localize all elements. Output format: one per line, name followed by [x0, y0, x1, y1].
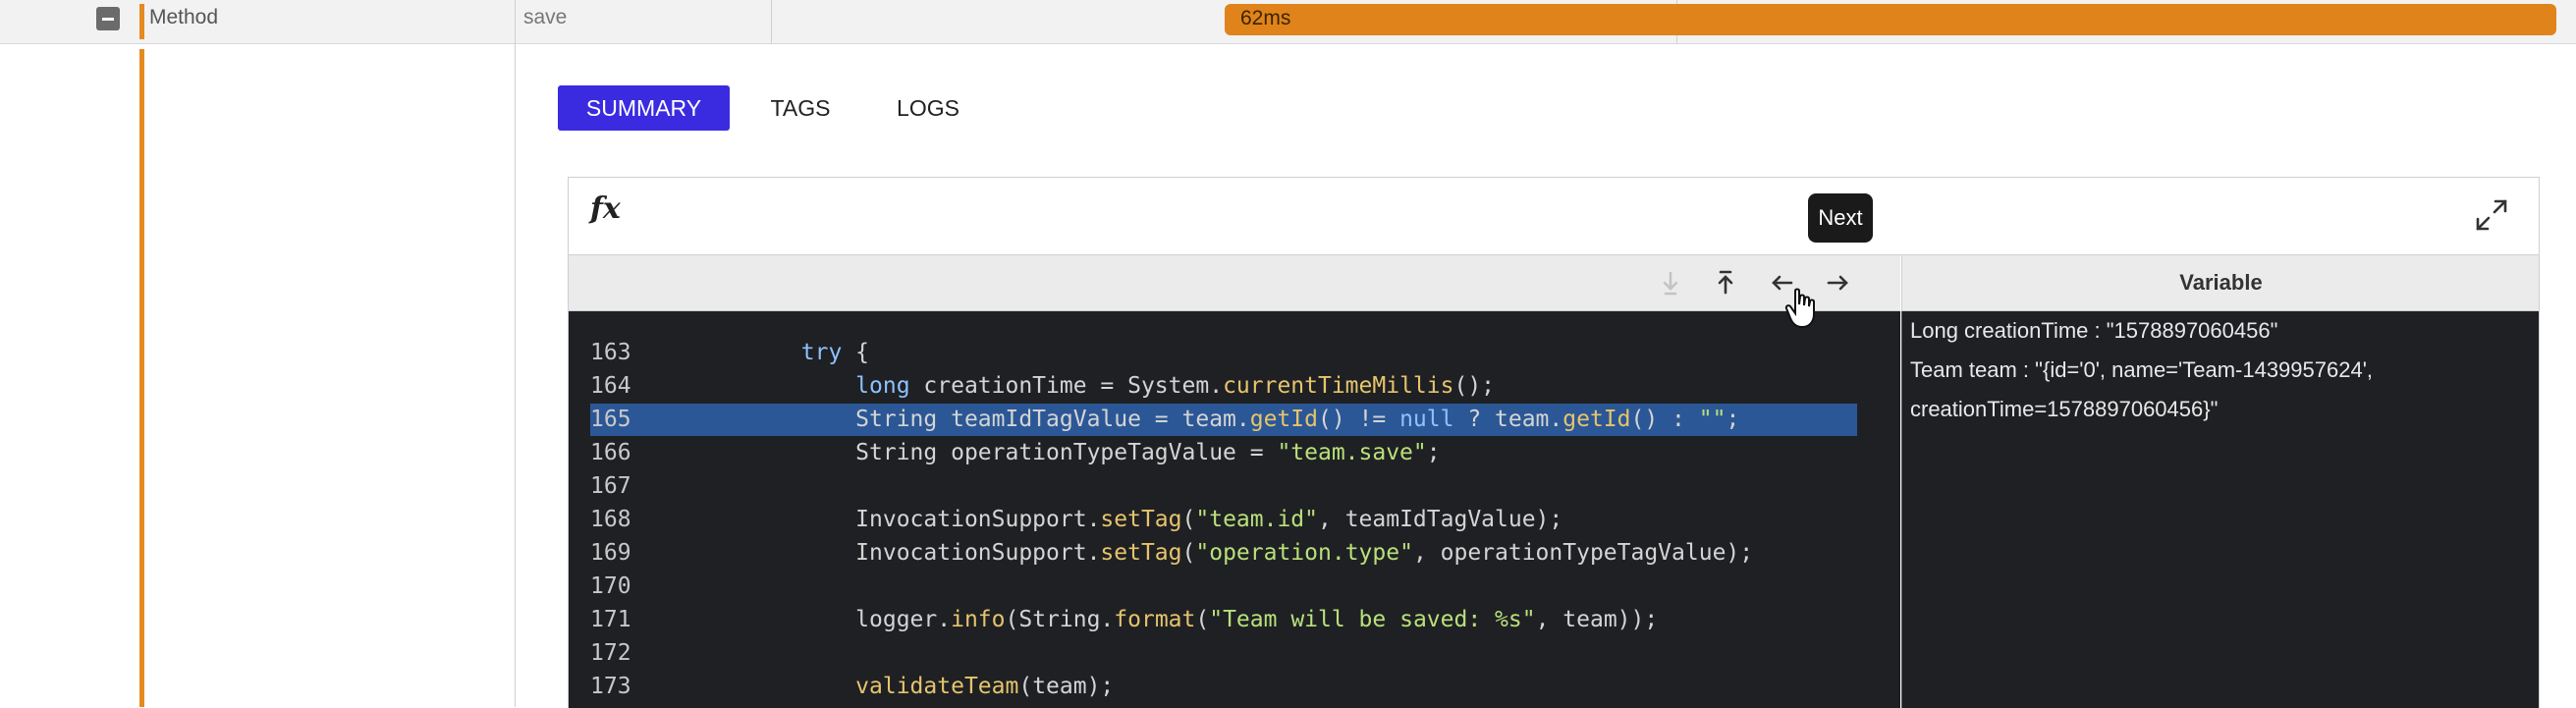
next-tooltip: Next: [1808, 193, 1873, 243]
expand-icon[interactable]: [2472, 195, 2511, 235]
code-line: 172: [590, 640, 631, 666]
duration-label: 62ms: [1240, 7, 1291, 29]
panel-header: fx Next: [569, 178, 2539, 255]
variable-entry: Long creationTime : "1578897060456": [1910, 318, 2278, 343]
row-accent: [139, 4, 144, 39]
step-out-icon[interactable]: [1708, 265, 1743, 300]
code-line: 163 try {: [590, 340, 870, 365]
span-name: save: [523, 6, 568, 28]
code-line: 166 String operationTypeTagValue = "team…: [590, 440, 1441, 465]
code-line-highlighted: 165 String teamIdTagValue = team.getId()…: [590, 404, 1857, 436]
duration-bar[interactable]: 62ms: [1225, 4, 2556, 35]
tree-accent-line: [139, 49, 144, 707]
hand-cursor-icon: [1784, 288, 1815, 329]
tab-tags[interactable]: TAGS: [756, 85, 845, 131]
code-line: 173 validateTeam(team);: [590, 674, 1115, 699]
debugger-panel: fx Next Variable 163 try { 164 long crea…: [568, 177, 2540, 708]
code-line: 167: [590, 473, 631, 499]
collapse-icon[interactable]: [96, 7, 120, 30]
tab-summary[interactable]: SUMMARY: [558, 85, 730, 131]
code-line: 171 logger.info(String.format("Team will…: [590, 607, 1659, 632]
variable-entry: Team team : "{id='0', name='Team-1439957…: [1910, 357, 2374, 382]
code-line: 164 long creationTime = System.currentTi…: [590, 373, 1496, 399]
next-arrow-icon[interactable]: [1820, 265, 1855, 300]
code-line: 169 InvocationSupport.setTag("operation.…: [590, 540, 1754, 566]
column-divider: [515, 0, 516, 43]
column-divider: [515, 43, 516, 707]
trace-row[interactable]: Method save 62ms: [0, 0, 2576, 44]
step-into-icon[interactable]: [1653, 265, 1688, 300]
tab-logs[interactable]: LOGS: [884, 85, 972, 131]
code-line: 170: [590, 573, 631, 599]
variables-panel: Long creationTime : "1578897060456" Team…: [1901, 311, 2539, 708]
span-type-label: Method: [149, 6, 219, 28]
column-divider: [771, 0, 772, 43]
code-viewer[interactable]: 163 try { 164 long creationTime = System…: [569, 311, 1900, 708]
fx-icon: fx: [590, 191, 621, 226]
code-line: 168 InvocationSupport.setTag("team.id", …: [590, 507, 1563, 532]
variable-entry-continued: creationTime=1578897060456}": [1910, 397, 2219, 421]
debugger-toolbar: [569, 255, 1900, 311]
variables-header: Variable: [1901, 255, 2539, 311]
